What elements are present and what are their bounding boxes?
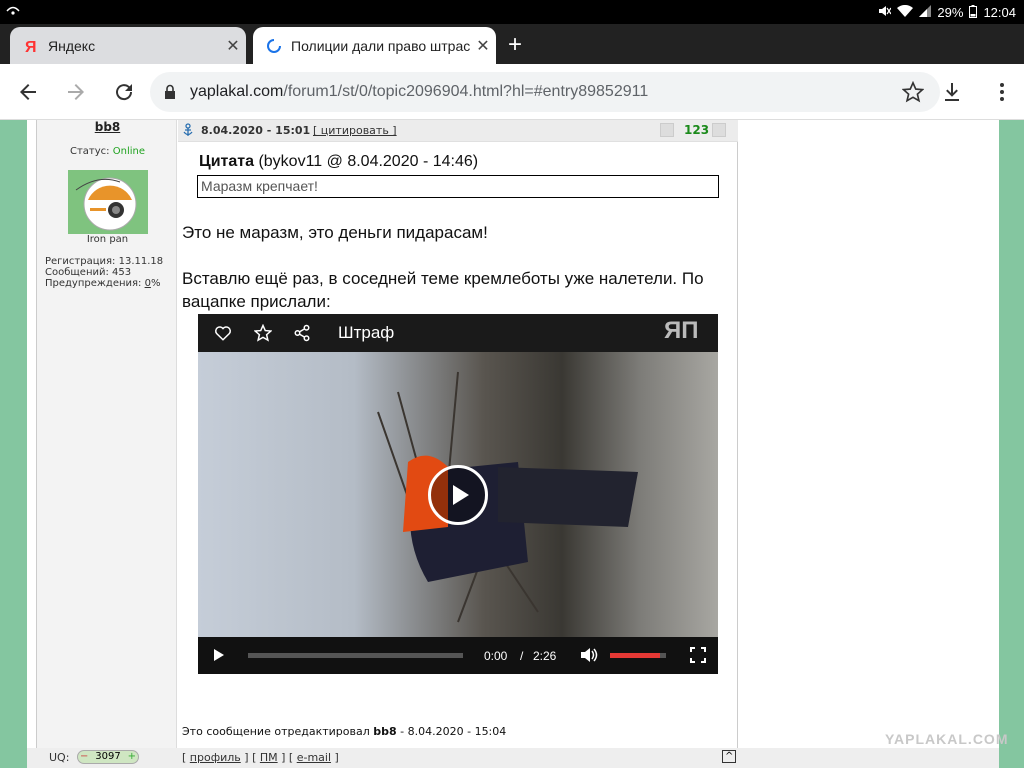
pm-link[interactable]: ПМ (260, 751, 278, 764)
message-count: Сообщений: 453 (45, 267, 132, 278)
back-arrow-icon[interactable] (16, 80, 40, 104)
author-name[interactable]: bb8 (37, 120, 178, 134)
video-top-bar: Штраф ЯП (198, 314, 718, 352)
download-icon[interactable] (940, 80, 964, 108)
lock-icon[interactable] (164, 84, 178, 100)
tab-title: Полиции дали право штрас (291, 37, 470, 54)
signal-icon (919, 5, 932, 20)
post-text-2: Вставлю ещё раз, в соседней теме кремлеб… (182, 269, 704, 311)
more-menu-icon[interactable] (990, 80, 1014, 108)
yap-logo: ЯП (664, 317, 699, 344)
tab-active-topic[interactable]: Полиции дали право штрас ✕ (253, 27, 496, 64)
author-stats: Регистрация: 13.11.18 Сообщений: 453 Пре… (45, 256, 163, 289)
fullscreen-icon[interactable] (690, 647, 706, 666)
new-tab-icon[interactable]: + (508, 31, 522, 59)
uq-plus-icon[interactable]: + (128, 751, 136, 763)
edit-prefix: Это сообщение отредактировал (182, 725, 370, 738)
status-label: Статус: (70, 146, 110, 157)
address-bar[interactable]: yaplakal.com/forum1/st/0/topic2096904.ht… (150, 72, 940, 112)
quote-title: Цитата (199, 153, 254, 170)
footer-links: [ профиль ] [ ПМ ] [ e-mail ] (182, 751, 339, 764)
seek-bar[interactable] (248, 653, 463, 658)
edit-date: - 8.04.2020 - 15:04 (396, 725, 507, 738)
author-panel: bb8 Статус: Online Iron pan Регистрация:… (36, 120, 177, 768)
warnings-suffix: % (150, 278, 161, 289)
status-online: Online (112, 146, 145, 157)
quote-link[interactable]: [ цитировать ] (313, 124, 397, 137)
time-separator: / (520, 649, 524, 663)
thumbs-up-icon[interactable] (712, 123, 726, 137)
scroll-top-button[interactable]: ^ (722, 750, 737, 763)
browser-toolbar: yaplakal.com/forum1/st/0/topic2096904.ht… (0, 64, 1024, 120)
forum-post-container: bb8 Статус: Online Iron pan Регистрация:… (27, 120, 1008, 768)
warnings: Предупреждения: 0% (45, 278, 163, 289)
avatar-caption: Iron pan (86, 234, 129, 245)
video-frame[interactable] (198, 352, 718, 637)
yandex-icon: Я (20, 38, 42, 54)
uq-value: 3097 (95, 751, 121, 762)
volume-icon[interactable] (580, 647, 598, 666)
battery-icon (969, 4, 978, 21)
video-controls: 0:00 / 2:26 (198, 637, 718, 674)
quote-meta: (bykov11 @ 8.04.2020 - 14:46) (258, 153, 479, 170)
edit-note: Это сообщение отредактировал bb8 - 8.04.… (182, 725, 506, 738)
bookmark-star-icon[interactable] (901, 80, 925, 108)
video-player[interactable]: Штраф ЯП 0:00 / 2:26 (198, 314, 718, 674)
thumbs-down-icon[interactable] (660, 123, 674, 137)
post-text-1: Это не маразм, это деньги пидарасам! (182, 223, 488, 242)
yaplakal-watermark: YAPLAKAL.COM (885, 731, 1009, 747)
volume-slider[interactable] (610, 653, 666, 658)
avatar[interactable] (68, 170, 148, 234)
tab-strip: Я Яндекс ✕ Полиции дали право штрас ✕ + (0, 24, 1024, 64)
web-page: bb8 Статус: Online Iron pan Регистрация:… (0, 120, 1024, 768)
tab-title: Яндекс (48, 37, 96, 54)
svg-text:Я: Я (25, 39, 37, 54)
post-body: 8.04.2020 - 15:01 [ цитировать ] 123 Цит… (178, 120, 738, 768)
close-tab-icon[interactable]: ✕ (470, 36, 496, 56)
star-icon[interactable] (253, 323, 273, 347)
anchor-icon[interactable] (182, 123, 194, 140)
url-path: /forum1/st/0/topic2096904.html?hl=#entry… (283, 83, 649, 100)
share-icon[interactable] (293, 324, 311, 347)
clock: 12:04 (983, 5, 1016, 20)
forward-arrow-icon[interactable] (64, 80, 88, 104)
battery-percent: 29% (937, 5, 964, 20)
edit-user[interactable]: bb8 (373, 725, 396, 738)
right-sidebar (739, 120, 999, 768)
post-footer: UQ: − 3097 + [ профиль ] [ ПМ ] [ e-mail… (27, 748, 999, 768)
loading-icon (263, 38, 285, 54)
post-date: 8.04.2020 - 15:01 (201, 124, 311, 137)
registration-date: Регистрация: 13.11.18 (45, 256, 164, 267)
wifi-icon (897, 4, 914, 20)
volume-level (610, 653, 661, 658)
profile-link[interactable]: профиль (190, 751, 241, 764)
bb8-avatar-image (75, 177, 137, 231)
notification-icon (6, 4, 20, 19)
status-bar: 29% 12:04 (0, 0, 1024, 24)
quote-header: Цитата (bykov11 @ 8.04.2020 - 14:46) (199, 153, 478, 171)
email-link[interactable]: e-mail (297, 751, 331, 764)
warnings-label: Предупреждения: (45, 278, 145, 289)
quote-box: Маразм крепчает! (197, 175, 719, 198)
url-domain: yaplakal.com (190, 83, 284, 100)
close-tab-icon[interactable]: ✕ (220, 36, 246, 56)
play-icon[interactable] (212, 648, 226, 665)
heart-icon[interactable] (214, 324, 232, 347)
uq-label: UQ: (49, 751, 70, 764)
current-time: 0:00 (484, 649, 508, 663)
tab-yandex[interactable]: Я Яндекс ✕ (10, 27, 246, 64)
post-rating: 123 (684, 123, 710, 137)
play-overlay-icon[interactable] (428, 465, 488, 525)
uq-minus-icon[interactable]: − (80, 751, 88, 763)
duration: 2:26 (533, 649, 557, 663)
status-line: Статус: Online (37, 146, 178, 157)
video-title: Штраф (338, 323, 395, 342)
mute-icon (877, 4, 892, 21)
reload-icon[interactable] (112, 80, 136, 104)
post-header: 8.04.2020 - 15:01 [ цитировать ] 123 (178, 120, 738, 142)
uq-badge: − 3097 + (77, 750, 139, 764)
url-text[interactable]: yaplakal.com/forum1/st/0/topic2096904.ht… (190, 83, 648, 101)
